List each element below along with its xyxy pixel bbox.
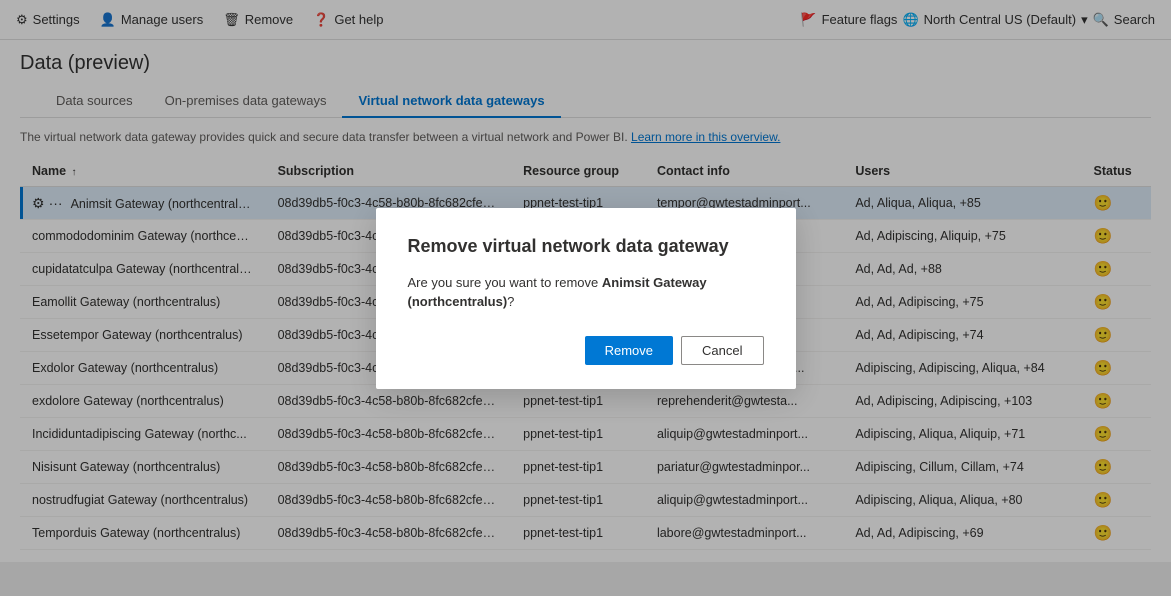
remove-modal: Remove virtual network data gateway Are … [376,208,796,389]
modal-cancel-button[interactable]: Cancel [681,336,763,365]
modal-remove-button[interactable]: Remove [585,336,673,365]
modal-footer: Remove Cancel [408,336,764,365]
modal-overlay: Remove virtual network data gateway Are … [0,0,1171,596]
modal-body: Are you sure you want to remove Animsit … [408,273,764,312]
modal-body-prefix: Are you sure you want to remove [408,275,602,290]
modal-body-suffix: ? [507,294,514,309]
modal-title: Remove virtual network data gateway [408,236,764,257]
